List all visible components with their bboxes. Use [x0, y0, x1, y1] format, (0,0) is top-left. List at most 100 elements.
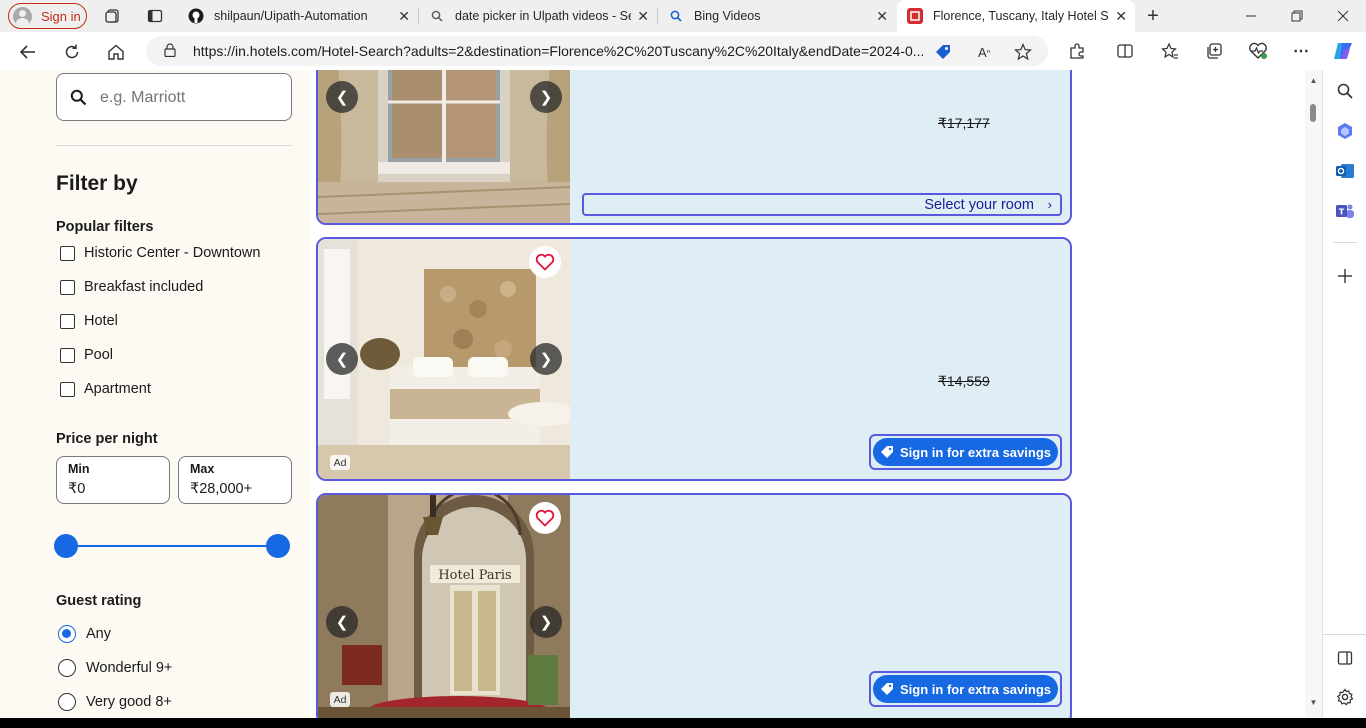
- close-tab-icon[interactable]: ✕: [1115, 8, 1127, 25]
- favorite-star-icon[interactable]: [1013, 42, 1033, 62]
- chevron-right-icon: ›: [1047, 197, 1052, 212]
- sign-in-savings-label: Sign in for extra savings: [900, 444, 1051, 460]
- lock-icon[interactable]: [164, 43, 176, 58]
- filter-pool[interactable]: Pool: [60, 347, 113, 363]
- workspaces-icon[interactable]: [103, 6, 123, 26]
- new-tab-button[interactable]: +: [1143, 5, 1163, 27]
- ad-badge: Ad: [330, 455, 350, 470]
- scroll-up-icon[interactable]: ▲: [1308, 76, 1319, 85]
- save-favorite-heart-icon[interactable]: [529, 246, 561, 278]
- taskbar-edge: [0, 718, 1366, 728]
- checkbox[interactable]: [60, 245, 75, 261]
- filter-breakfast-included[interactable]: Breakfast included: [60, 279, 203, 295]
- copilot-icon[interactable]: [1332, 40, 1354, 62]
- split-screen-icon[interactable]: [1114, 40, 1136, 62]
- add-sidebar-app-icon[interactable]: [1334, 265, 1356, 287]
- ad-badge: Ad: [330, 692, 350, 707]
- filter-heading: Filter by: [56, 172, 138, 195]
- checkbox[interactable]: [60, 381, 75, 397]
- home-icon[interactable]: [105, 41, 127, 63]
- close-tab-icon[interactable]: ✕: [398, 8, 410, 25]
- address-bar[interactable]: https://in.hotels.com/Hotel-Search?adult…: [146, 36, 1048, 66]
- rating-any[interactable]: Any: [58, 625, 111, 643]
- price-slider-min-handle[interactable]: [54, 534, 78, 558]
- radio-button[interactable]: [58, 693, 76, 711]
- previous-photo-icon[interactable]: ❮: [326, 343, 358, 375]
- sign-in-extra-savings-button[interactable]: Sign in for extra savings: [869, 434, 1062, 470]
- original-price: ₹14,559: [938, 373, 990, 389]
- price-max-field[interactable]: Max ₹28,000+: [178, 456, 292, 504]
- sign-in-extra-savings-button[interactable]: Sign in for extra savings: [869, 671, 1062, 707]
- filter-apartment[interactable]: Apartment: [60, 381, 151, 397]
- tag-icon: [881, 446, 893, 458]
- close-tab-icon[interactable]: ✕: [876, 8, 888, 25]
- hide-sidebar-icon[interactable]: [1334, 647, 1356, 669]
- shopping-tag-icon[interactable]: [933, 42, 953, 62]
- tab-bing-videos[interactable]: Bing Videos ✕: [658, 0, 896, 32]
- property-search-field[interactable]: [56, 73, 292, 121]
- sign-in-savings-label: Sign in for extra savings: [900, 681, 1051, 697]
- copilot-sidebar-icon[interactable]: [1334, 120, 1356, 142]
- filter-label: Historic Center - Downtown: [84, 245, 261, 261]
- github-icon: [188, 8, 204, 24]
- checkbox[interactable]: [60, 347, 75, 363]
- price-slider-max-handle[interactable]: [266, 534, 290, 558]
- scrollbar-thumb[interactable]: [1310, 104, 1316, 122]
- search-icon: [429, 8, 445, 24]
- save-favorite-heart-icon[interactable]: [529, 502, 561, 534]
- browser-essentials-icon[interactable]: [1247, 40, 1269, 62]
- search-icon[interactable]: [1334, 80, 1356, 102]
- refresh-icon[interactable]: [61, 41, 83, 63]
- tag-icon: [881, 683, 893, 695]
- price-slider-track[interactable]: [66, 545, 278, 547]
- tab-hotels-florence[interactable]: Florence, Tuscany, Italy Hotel Sea ✕: [897, 0, 1135, 32]
- next-photo-icon[interactable]: ❯: [530, 606, 562, 638]
- profile-sign-in-button[interactable]: Sign in: [8, 3, 87, 29]
- next-photo-icon[interactable]: ❯: [530, 81, 562, 113]
- rating-very-good[interactable]: Very good 8+: [58, 693, 172, 711]
- collections-icon[interactable]: [1203, 40, 1225, 62]
- outlook-icon[interactable]: [1334, 160, 1356, 182]
- previous-photo-icon[interactable]: ❮: [326, 81, 358, 113]
- tab-date-picker-search[interactable]: date picker in Ulpath videos - Se ✕: [419, 0, 657, 32]
- filter-hotel[interactable]: Hotel: [60, 313, 118, 329]
- tab-title: date picker in Ulpath videos - Se: [455, 9, 631, 23]
- filter-historic-center[interactable]: Historic Center - Downtown: [60, 245, 260, 261]
- property-search-input[interactable]: [100, 86, 280, 110]
- checkbox[interactable]: [60, 279, 75, 295]
- back-icon[interactable]: [17, 41, 39, 63]
- settings-more-icon[interactable]: ⋯: [1290, 40, 1312, 62]
- next-photo-icon[interactable]: ❯: [530, 343, 562, 375]
- price-min-label: Min: [68, 462, 90, 476]
- read-aloud-icon[interactable]: Aⁿ: [974, 42, 994, 62]
- radio-button[interactable]: [58, 625, 76, 643]
- close-tab-icon[interactable]: ✕: [637, 8, 649, 25]
- restore-icon[interactable]: [1287, 6, 1307, 26]
- page-scrollbar[interactable]: ▲ ▼: [1305, 70, 1322, 718]
- rating-label: Very good 8+: [86, 694, 172, 710]
- extensions-icon[interactable]: [1066, 40, 1088, 62]
- property-card[interactable]: ❮ ❯ Ad ₹14,559 Sign in for extra savings: [316, 237, 1072, 481]
- hotel-sign-text: Hotel Paris: [438, 568, 511, 583]
- scroll-down-icon[interactable]: ▼: [1308, 698, 1319, 707]
- previous-photo-icon[interactable]: ❮: [326, 606, 358, 638]
- minimize-icon[interactable]: [1241, 6, 1261, 26]
- price-min-field[interactable]: Min ₹0: [56, 456, 170, 504]
- select-your-room-button[interactable]: Select your room ›: [582, 193, 1062, 216]
- search-icon: [668, 8, 684, 24]
- property-card[interactable]: Hotel Paris ❮ ❯ Ad Sign in for extra sav: [316, 493, 1072, 718]
- gear-icon[interactable]: [1334, 686, 1356, 708]
- tab-title: shilpaun/Uipath-Automation: [214, 9, 368, 23]
- rating-wonderful[interactable]: Wonderful 9+: [58, 659, 172, 677]
- favorites-icon[interactable]: [1159, 40, 1181, 62]
- tab-actions-icon[interactable]: [145, 6, 165, 26]
- rating-label: Wonderful 9+: [86, 660, 173, 676]
- tab-github[interactable]: shilpaun/Uipath-Automation ✕: [178, 0, 418, 32]
- radio-button[interactable]: [58, 659, 76, 677]
- checkbox[interactable]: [60, 313, 75, 329]
- teams-icon[interactable]: T: [1334, 200, 1356, 222]
- property-card[interactable]: ❮ ❯ ₹17,177 Select your room ›: [316, 70, 1072, 225]
- close-window-icon[interactable]: [1333, 6, 1353, 26]
- filter-label: Breakfast included: [84, 279, 204, 295]
- tab-title: Bing Videos: [694, 9, 761, 23]
